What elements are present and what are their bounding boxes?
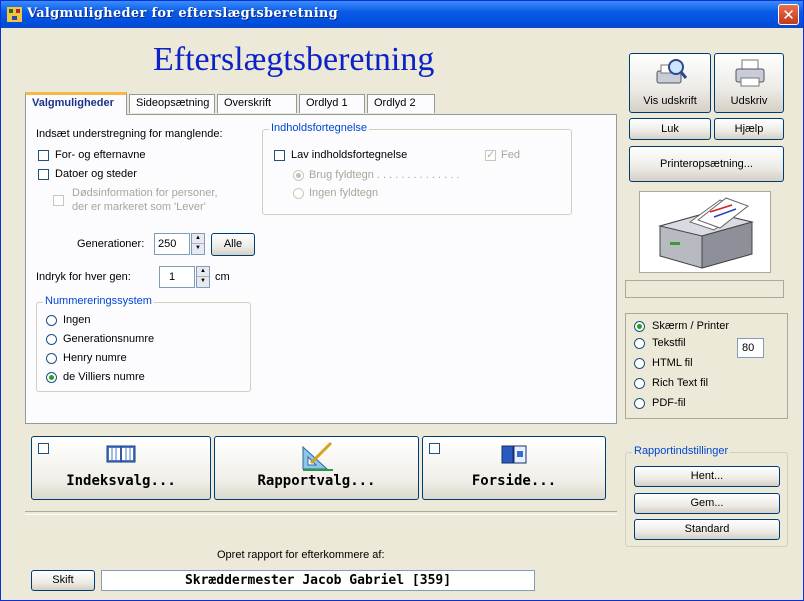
change-person-button[interactable]: Skift [31,570,95,591]
numbering-group-title: Nummereringssystem [43,295,154,307]
generations-spinner[interactable]: ▲ ▼ [191,233,205,255]
spin-up-icon[interactable]: ▲ [192,234,204,244]
indent-spinner[interactable]: ▲ ▼ [196,266,210,288]
numbering-none-radio[interactable] [46,315,57,326]
close-button[interactable]: Luk [629,118,711,140]
underline-heading: Indsæt understregning for manglende: [36,128,223,140]
death-info-label-line2: der er markeret som 'Lever' [72,201,206,213]
book-index-icon [106,445,136,463]
numbering-henry-radio[interactable] [46,353,57,364]
output-pdf-label: PDF-fil [652,397,686,409]
output-pdf-radio[interactable] [634,398,645,409]
report-settings-title: Rapportindstillinger [632,445,731,457]
report-options-label: Rapportvalg... [257,473,376,489]
cover-page-checkbox[interactable] [429,443,440,454]
window-title: Valgmuligheder for efterslægtsberetning [27,6,339,21]
output-screen-label: Skærm / Printer [652,320,730,332]
family-tree-app-icon [7,7,22,22]
spin-down-icon[interactable]: ▼ [192,244,204,254]
set-square-ruler-icon [302,441,333,471]
bold-label: Fed [501,149,520,161]
toc-group: Indholdsfortegnelse Lav indholdsfortegne… [262,122,572,215]
dates-checkbox[interactable] [38,169,49,180]
indent-input[interactable]: 1 [159,266,195,288]
progress-bar [625,280,784,298]
dialog-window: Valgmuligheder for efterslægtsberetning … [0,0,804,601]
cover-page-button[interactable]: Forside... [422,436,606,500]
preview-label: Vis udskrift [643,95,697,107]
close-icon[interactable]: ✕ [778,4,799,25]
printer-icon [735,59,765,87]
index-checkbox[interactable] [38,443,49,454]
title-bar[interactable]: Valgmuligheder for efterslægtsberetning … [1,1,803,28]
numbering-group: Nummereringssystem Ingen Generationsnumr… [36,295,251,392]
indent-label: Indryk for hver gen: [36,271,131,283]
tab-sideopsaetning[interactable]: Sideopsætning [129,94,215,113]
laser-printer-icon [658,197,754,269]
report-settings-group: Rapportindstillinger Hent... Gem... Stan… [625,445,788,547]
bold-checkbox[interactable] [485,148,496,161]
spin-up-icon[interactable]: ▲ [197,267,209,277]
output-options-box: Skærm / Printer Tekstfil 80 HTML fil Ric… [625,313,788,419]
default-settings-button[interactable]: Standard [634,519,780,540]
print-label: Udskriv [730,95,768,107]
output-rtf-radio[interactable] [634,378,645,389]
index-options-label: Indeksvalg... [66,473,176,489]
numbering-devilliers-label: de Villiers numre [63,371,145,383]
output-rtf-label: Rich Text fil [652,377,709,389]
output-text-radio[interactable] [634,338,645,349]
printer-illustration [639,191,771,273]
print-button[interactable]: Udskriv [714,53,784,113]
tab-valgmuligheder[interactable]: Valgmuligheder [25,92,127,115]
divider [25,511,617,515]
spin-down-icon[interactable]: ▼ [197,277,209,287]
use-fill-label: Brug fyldtegn . . . . . . . . . . . . . … [309,169,460,181]
dates-checkbox-label: Datoer og steder [55,168,137,180]
help-button[interactable]: Hjælp [714,118,784,140]
index-options-button[interactable]: Indeksvalg... [31,436,211,500]
printer-setup-button[interactable]: Printeropsætning... [629,146,784,182]
preview-button[interactable]: Vis udskrift [629,53,711,113]
tab-ordlyd-2[interactable]: Ordlyd 2 [367,94,435,113]
text-width-input[interactable]: 80 [737,338,764,358]
descendants-prompt: Opret rapport for efterkommere af: [217,549,385,561]
tab-ordlyd-1[interactable]: Ordlyd 1 [299,94,365,113]
output-html-label: HTML fil [652,357,693,369]
create-toc-label: Lav indholdsfortegnelse [291,149,408,161]
no-fill-radio[interactable] [293,188,304,199]
names-checkbox-label: For- og efternavne [55,149,146,161]
selected-person-field: Skræddermester Jacob Gabriel [359] [101,570,535,591]
report-heading: Efterslægtsberetning [153,41,435,78]
output-html-radio[interactable] [634,358,645,369]
open-book-icon [501,445,527,464]
save-settings-button[interactable]: Gem... [634,493,780,514]
use-fill-radio[interactable] [293,170,304,181]
options-tab-panel: Indsæt understregning for manglende: For… [25,114,617,424]
death-info-label-line1: Dødsinformation for personer, [72,187,218,199]
tab-overskrift[interactable]: Overskrift [217,94,297,113]
output-text-label: Tekstfil [652,337,686,349]
numbering-generation-label: Generationsnumre [63,333,155,345]
cover-page-label: Forside... [471,473,557,489]
create-toc-checkbox[interactable] [274,150,285,161]
load-settings-button[interactable]: Hent... [634,466,780,487]
numbering-generation-radio[interactable] [46,334,57,345]
generations-input[interactable]: 250 [154,233,190,255]
toc-group-title: Indholdsfortegnelse [269,122,370,134]
all-generations-button[interactable]: Alle [211,233,255,256]
numbering-devilliers-radio[interactable] [46,372,57,383]
names-checkbox[interactable] [38,150,49,161]
no-fill-label: Ingen fyldtegn [309,187,379,199]
numbering-henry-label: Henry numre [63,352,127,364]
magnifier-printer-icon [656,59,688,84]
report-options-button[interactable]: Rapportvalg... [214,436,419,500]
output-screen-radio[interactable] [634,321,645,332]
death-info-checkbox[interactable] [53,195,64,206]
generations-label: Generationer: [77,238,145,250]
indent-unit: cm [215,271,230,283]
numbering-none-label: Ingen [63,314,91,326]
